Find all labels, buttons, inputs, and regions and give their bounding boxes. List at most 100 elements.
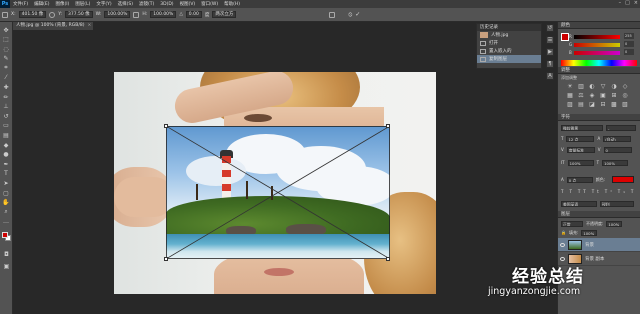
brightness-icon[interactable]: ☀: [566, 83, 574, 90]
color-panel-swatch[interactable]: [561, 33, 569, 41]
clone-stamp-tool-icon[interactable]: ⊥: [2, 103, 11, 111]
relative-position-icon[interactable]: [49, 11, 56, 18]
x-field[interactable]: 401.50 像: [18, 11, 47, 18]
menu-window[interactable]: 窗口(W): [198, 1, 221, 7]
transform-handle-tl[interactable]: [164, 124, 168, 128]
all-caps-icon[interactable]: TT: [578, 189, 589, 194]
shadows-icon[interactable]: ▧: [621, 101, 629, 108]
screen-mode-icon[interactable]: ▣: [2, 262, 11, 270]
b-slider[interactable]: B 0: [569, 49, 634, 55]
hand-tool-icon[interactable]: ✋: [2, 199, 11, 207]
gradient-tool-icon[interactable]: ▤: [2, 132, 11, 140]
menu-type[interactable]: 文字(Y): [93, 1, 114, 7]
baseline-field[interactable]: 0 点: [566, 176, 593, 183]
lasso-tool-icon[interactable]: ◌: [2, 45, 11, 53]
curves-icon[interactable]: ◐: [588, 83, 596, 90]
color-panel-title[interactable]: 颜色: [558, 22, 640, 29]
placed-image[interactable]: [166, 126, 390, 259]
pattern-icon[interactable]: ▩: [610, 101, 618, 108]
posterize-icon[interactable]: ▨: [566, 101, 574, 108]
menu-file[interactable]: 文件(F): [10, 1, 31, 7]
quick-mask-icon[interactable]: ◘: [2, 250, 11, 258]
brush-tool-icon[interactable]: ✏: [2, 93, 11, 101]
r-value[interactable]: 255: [624, 33, 634, 39]
horizontal-scale-field[interactable]: 100%: [602, 159, 629, 166]
vibrance-icon[interactable]: ◑: [610, 83, 618, 90]
visibility-eye-icon[interactable]: [560, 242, 565, 247]
exposure-icon[interactable]: ▽: [599, 83, 607, 90]
healing-brush-tool-icon[interactable]: ✚: [2, 84, 11, 92]
color-spectrum[interactable]: [561, 60, 637, 66]
invert-icon[interactable]: ◎: [621, 92, 629, 99]
close-document-icon[interactable]: ×: [88, 23, 92, 28]
menu-view[interactable]: 视图(V): [177, 1, 199, 7]
maximize-button[interactable]: □: [625, 0, 630, 8]
photo-filter-icon[interactable]: ◈: [588, 92, 596, 99]
link-proportions-icon[interactable]: [133, 11, 140, 18]
small-caps-icon[interactable]: Tt: [592, 189, 602, 194]
menu-edit[interactable]: 编辑(E): [31, 1, 52, 7]
shape-tool-icon[interactable]: ▢: [2, 189, 11, 197]
selective-color-icon[interactable]: ◪: [588, 101, 596, 108]
document-tab[interactable]: 人物.jpg @ 100% (背景, RGB/8) ×: [13, 22, 93, 30]
menu-layer[interactable]: 图层(L): [72, 1, 93, 7]
menu-select[interactable]: 选择(S): [115, 1, 136, 7]
black-white-icon[interactable]: ⚖: [577, 92, 585, 99]
layer-row-active[interactable]: 背景: [558, 238, 640, 252]
move-tool-icon[interactable]: ✥: [2, 26, 11, 34]
history-step[interactable]: 置入嵌入的: [477, 47, 541, 55]
faux-bold-icon[interactable]: T: [561, 189, 566, 194]
close-window-button[interactable]: ×: [634, 0, 638, 8]
paragraph-panel-icon[interactable]: ¶: [546, 60, 554, 68]
character-panel-icon[interactable]: A: [546, 72, 554, 80]
gradient-map-icon[interactable]: ⊟: [599, 101, 607, 108]
properties-panel-icon[interactable]: ☰: [546, 36, 554, 44]
dodge-tool-icon[interactable]: ●: [2, 151, 11, 159]
layers-panel-title[interactable]: 图层: [558, 211, 640, 218]
history-step[interactable]: 打开: [477, 39, 541, 47]
y-field[interactable]: 377.50 像: [64, 11, 93, 18]
subscript-icon[interactable]: T₁: [618, 189, 628, 194]
history-panel-title[interactable]: 历史记录: [477, 24, 541, 31]
hue-icon[interactable]: ◇: [621, 83, 629, 90]
path-select-tool-icon[interactable]: ➤: [2, 180, 11, 188]
color-lookup-icon[interactable]: ⊞: [610, 92, 618, 99]
superscript-icon[interactable]: T¹: [605, 189, 615, 194]
character-panel-title[interactable]: 字符: [558, 114, 640, 121]
font-size-field[interactable]: 12 点: [566, 135, 595, 142]
channel-mixer-icon[interactable]: ▣: [599, 92, 607, 99]
eyedropper-tool-icon[interactable]: ⁄: [2, 74, 11, 82]
type-tool-icon[interactable]: T: [2, 170, 11, 178]
lock-icon[interactable]: 🔒: [561, 230, 566, 235]
anti-alias-select[interactable]: 锐利: [600, 200, 634, 207]
foreground-color-swatch[interactable]: [2, 232, 8, 238]
commit-transform-icon[interactable]: ✓: [355, 11, 360, 18]
font-family-select[interactable]: 微软雅黑: [561, 124, 603, 131]
transform-handle-bl[interactable]: [164, 257, 168, 261]
font-style-select[interactable]: -: [606, 124, 636, 131]
levels-icon[interactable]: ▥: [577, 83, 585, 90]
transform-handle-tr[interactable]: [386, 124, 390, 128]
menu-help[interactable]: 帮助(H): [221, 1, 243, 7]
blur-tool-icon[interactable]: ◆: [2, 141, 11, 149]
eraser-tool-icon[interactable]: ▭: [2, 122, 11, 130]
menu-filter[interactable]: 滤镜(T): [136, 1, 157, 7]
fill-field[interactable]: 100%: [581, 229, 598, 236]
cancel-transform-icon[interactable]: ⦸: [348, 11, 352, 19]
actions-panel-icon[interactable]: ▶: [546, 48, 554, 56]
zoom-tool-icon[interactable]: ⌕: [2, 208, 11, 216]
angle-field[interactable]: 0.00: [185, 11, 202, 18]
history-step-active[interactable]: 复制图层: [477, 55, 541, 63]
h-field[interactable]: 100.00%: [150, 11, 177, 18]
interpolation-select[interactable]: 两次立方: [212, 11, 237, 18]
color-balance-icon[interactable]: ▦: [566, 92, 574, 99]
history-snapshot[interactable]: 人物.jpg: [477, 31, 541, 39]
opacity-field[interactable]: 100%: [606, 220, 623, 227]
g-slider[interactable]: G 0: [569, 41, 634, 47]
marquee-tool-icon[interactable]: ⬚: [2, 36, 11, 44]
visibility-eye-icon[interactable]: [560, 256, 565, 261]
history-brush-tool-icon[interactable]: ↺: [2, 112, 11, 120]
underline-icon[interactable]: T: [631, 189, 636, 194]
history-panel-icon[interactable]: ↺: [546, 24, 554, 32]
threshold-icon[interactable]: ▤: [577, 101, 585, 108]
